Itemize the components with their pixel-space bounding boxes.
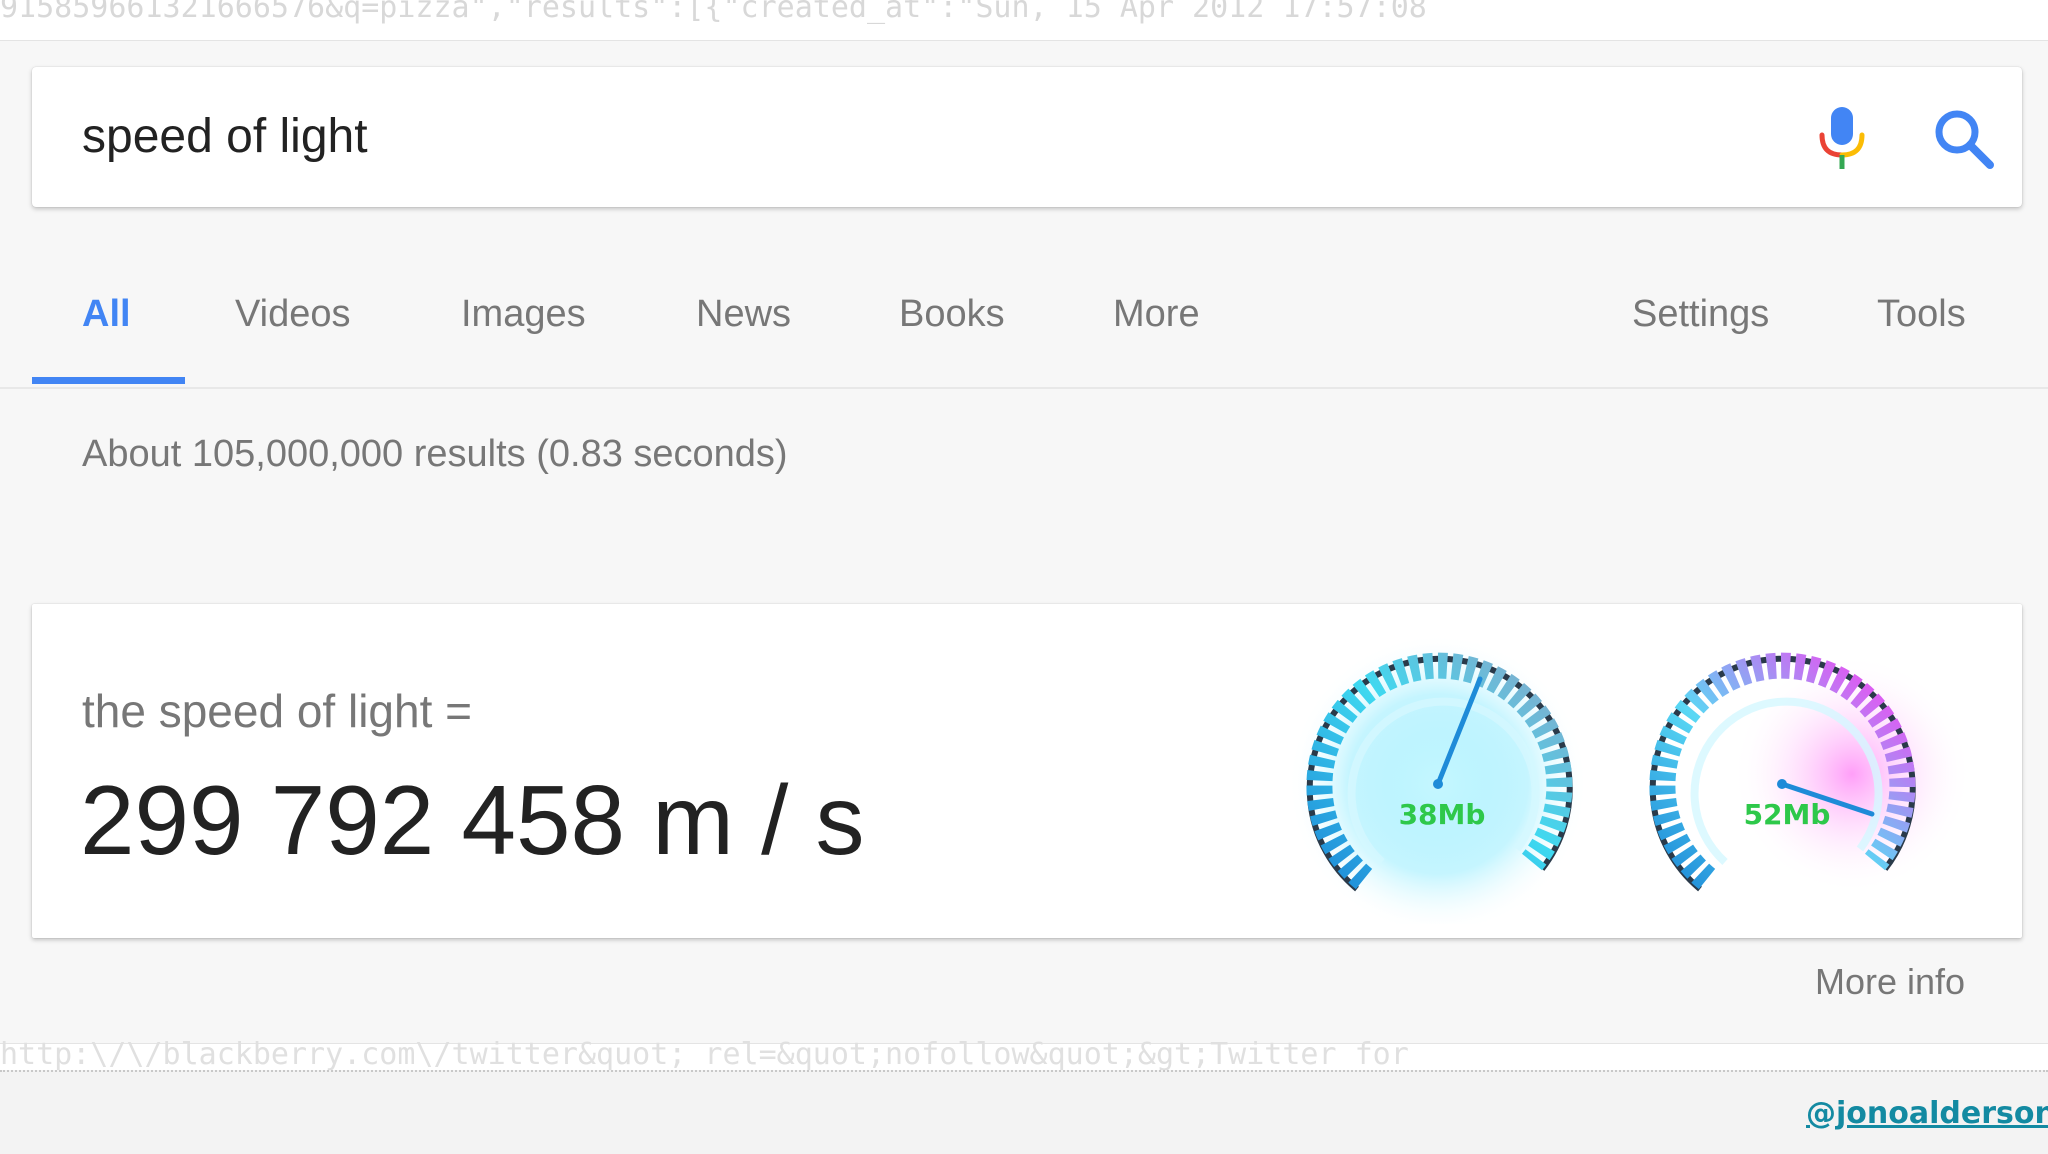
slide-footer: @jonoalderson xyxy=(0,1070,2048,1154)
search-input[interactable]: speed of light xyxy=(82,109,368,164)
tab-news[interactable]: News xyxy=(696,293,791,336)
tab-settings[interactable]: Settings xyxy=(1632,293,1769,336)
answer-card: the speed of light = 299 792 458 m / s 3… xyxy=(32,604,2022,938)
search-tabs: All Videos Images News Books More Settin… xyxy=(0,241,2048,389)
gauge-right: 52Mb xyxy=(1649,652,1972,894)
tabs-divider xyxy=(0,387,2048,389)
tab-videos[interactable]: Videos xyxy=(235,293,351,336)
answer-value: 299 792 458 m / s xyxy=(80,765,865,875)
answer-label: the speed of light = xyxy=(82,685,473,737)
result-stats: About 105,000,000 results (0.83 seconds) xyxy=(82,433,788,475)
active-tab-indicator xyxy=(32,377,185,384)
background-code-top: 915859661321666576&q=pizza","results":[{… xyxy=(0,0,1427,25)
gauge-left: 38Mb xyxy=(1288,634,1588,924)
tab-more[interactable]: More xyxy=(1113,293,1200,336)
tab-all[interactable]: All xyxy=(82,293,131,336)
search-bar[interactable]: speed of light xyxy=(32,67,2022,207)
search-results-screenshot: speed of light All Videos Images News Bo… xyxy=(0,40,2048,1044)
speedometer-gauges-image: 38Mb 52Mb xyxy=(1288,634,1972,924)
gauge-left-reading: 38Mb xyxy=(1399,798,1486,831)
author-handle-link[interactable]: @jonoalderson xyxy=(1806,1096,2048,1131)
tab-tools[interactable]: Tools xyxy=(1877,293,1966,336)
tab-books[interactable]: Books xyxy=(899,293,1005,336)
search-icon[interactable] xyxy=(1932,107,1996,171)
background-code-bottom: http:\/\/blackberry.com\/twitter&quot; r… xyxy=(0,1037,1409,1072)
more-info-link[interactable]: More info xyxy=(1815,961,1965,1003)
gauge-right-reading: 52Mb xyxy=(1744,798,1831,831)
mic-icon[interactable] xyxy=(1814,105,1870,175)
tab-images[interactable]: Images xyxy=(461,293,586,336)
